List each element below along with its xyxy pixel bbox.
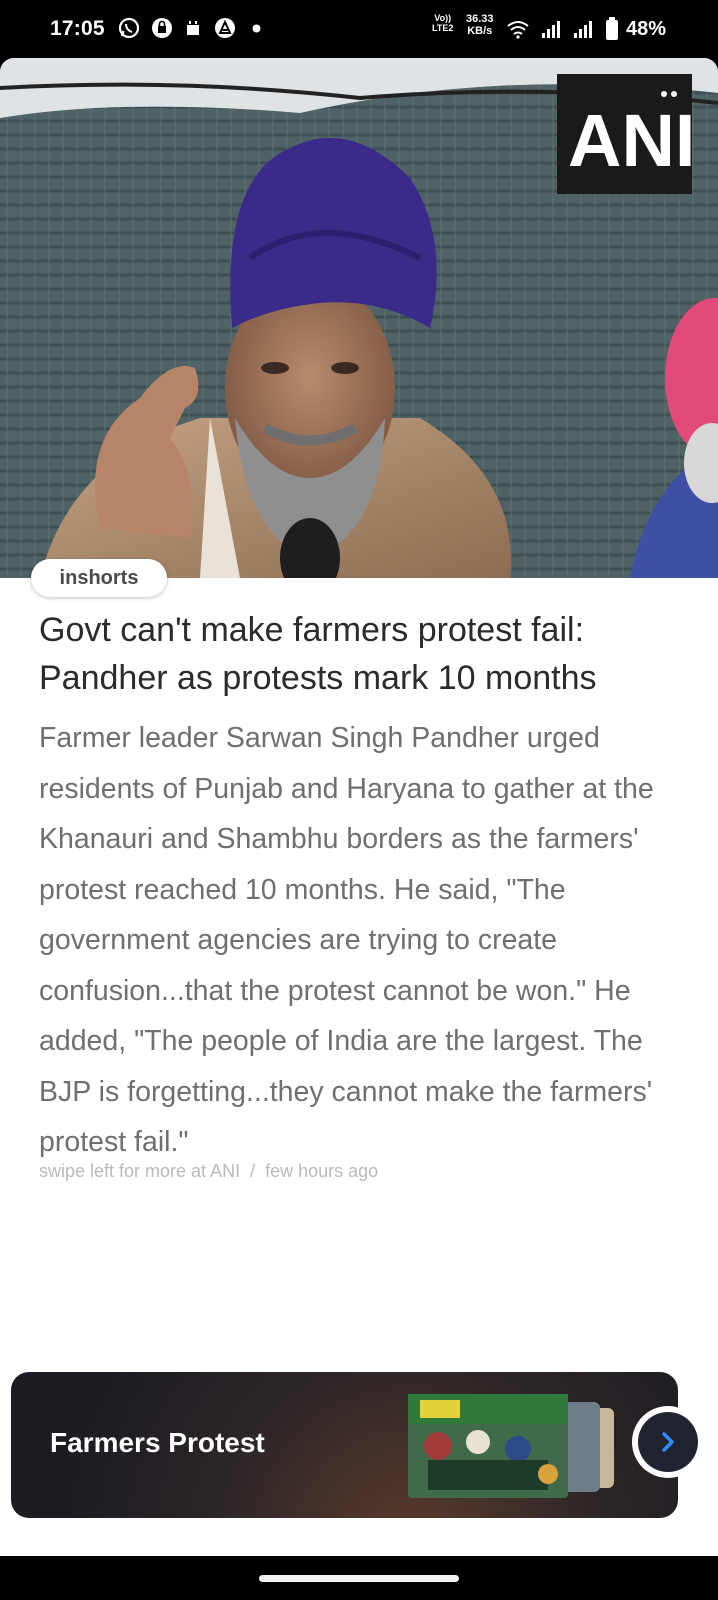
article-photo: ANI bbox=[0, 58, 718, 578]
signal-icon bbox=[574, 21, 592, 38]
network-label-bottom: LTE2 bbox=[432, 23, 454, 33]
wifi-icon bbox=[507, 21, 529, 39]
chevron-right-icon bbox=[662, 1432, 674, 1452]
lock-icon bbox=[152, 18, 172, 38]
topic-banner[interactable]: Farmers Protest bbox=[11, 1372, 678, 1518]
status-bar: 17:05 Vo)) LTE2 36.33 KB/s 48% bbox=[0, 0, 718, 58]
banner-title: Farmers Protest bbox=[50, 1427, 265, 1458]
meta-time: few hours ago bbox=[265, 1161, 379, 1181]
battery-icon bbox=[606, 17, 618, 40]
signal-icon bbox=[542, 21, 560, 38]
speed-unit: KB/s bbox=[467, 25, 493, 37]
meta-separator: / bbox=[250, 1161, 256, 1181]
network-speed: 36.33 KB/s bbox=[466, 13, 494, 37]
sim-icon bbox=[187, 21, 199, 35]
whatsapp-icon bbox=[118, 17, 140, 39]
network-label-top: Vo)) bbox=[434, 13, 452, 23]
next-topic-button[interactable] bbox=[632, 1406, 704, 1478]
article-image[interactable]: ANI bbox=[0, 58, 718, 578]
next-topic-button-inner bbox=[638, 1412, 698, 1472]
news-card[interactable]: ANI inshorts Govt can't make farmers pro… bbox=[0, 58, 718, 1556]
vpn-icon bbox=[215, 18, 235, 38]
home-gesture-bar[interactable] bbox=[259, 1575, 459, 1582]
battery-level: 48% bbox=[626, 18, 667, 40]
article-body: Farmer leader Sarwan Singh Pandher urged… bbox=[39, 722, 654, 1158]
dot-icon bbox=[252, 24, 261, 33]
speed-value: 36.33 bbox=[466, 13, 494, 25]
meta-source: swipe left for more at ANI bbox=[39, 1161, 241, 1181]
banner-photos bbox=[408, 1394, 614, 1498]
status-time: 17:05 bbox=[50, 17, 105, 40]
brand-badge: inshorts bbox=[31, 559, 167, 597]
article-headline[interactable]: Govt can't make farmers protest fail: Pa… bbox=[39, 606, 689, 702]
network-type: Vo)) LTE2 bbox=[432, 13, 453, 33]
article-meta[interactable]: swipe left for more at ANI / few hours a… bbox=[39, 1161, 378, 1182]
svg-text:ANI: ANI bbox=[568, 99, 695, 182]
